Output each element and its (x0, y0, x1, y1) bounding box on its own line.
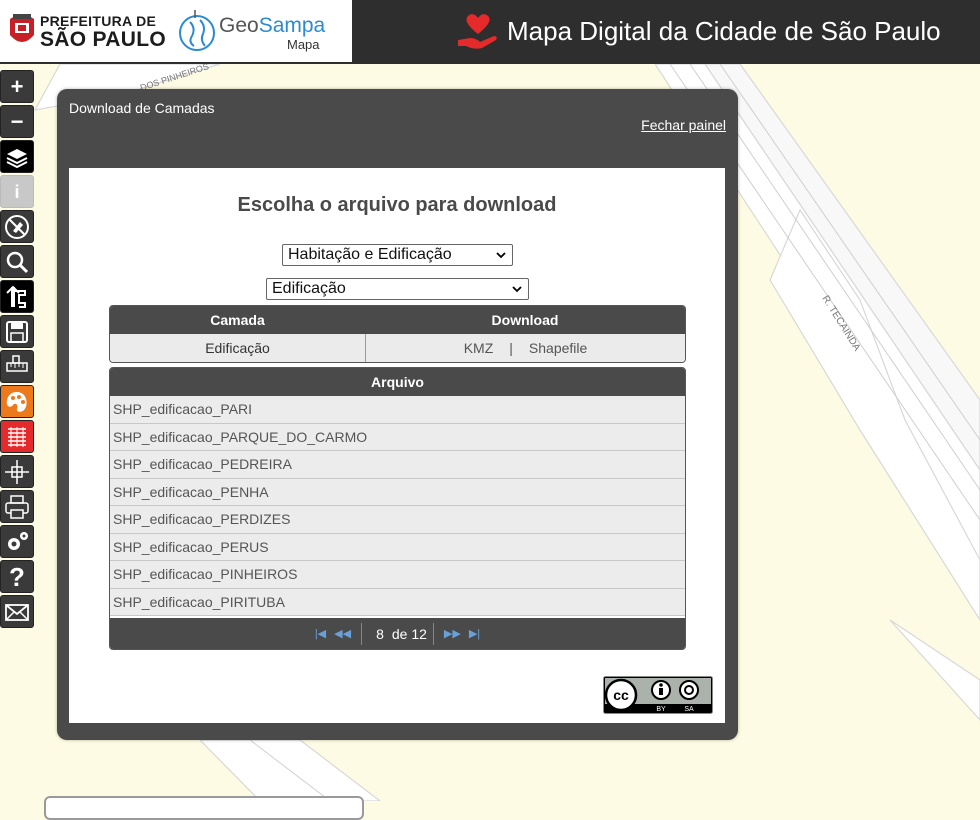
pagination-bar: |◀ ◀◀ 8 de 12 ▶▶ ▶| (110, 618, 685, 649)
page-count: de 12 (391, 625, 427, 642)
plus-icon: + (10, 73, 24, 99)
chevron-down-icon (496, 252, 506, 259)
download-panel: Download de Camadas Fechar painel Escolh… (57, 89, 738, 740)
legend-button[interactable] (0, 420, 34, 453)
measure-button[interactable] (0, 350, 34, 383)
category-select-value: Habitação e Edificação (288, 246, 452, 263)
svg-text:SA: SA (684, 706, 694, 713)
zoom-in-button[interactable]: + (0, 70, 34, 103)
bottom-panel-edge (44, 796, 364, 820)
file-row[interactable]: SHP_edificacao_PENHA (110, 478, 685, 506)
column-header-download: Download (491, 312, 559, 328)
geosampa-globe-icon (179, 10, 215, 51)
ruler-icon (6, 354, 28, 372)
crosshair-icon (5, 459, 29, 484)
subcategory-select[interactable]: Edificação (266, 278, 529, 300)
column-header-camada: Camada (210, 312, 265, 328)
geosampa-subtitle: Mapa (287, 37, 320, 52)
kmz-download-link[interactable]: KMZ (464, 340, 494, 356)
svg-text:BY: BY (656, 706, 666, 713)
app-title: Mapa Digital da Cidade de São Paulo (507, 16, 941, 46)
panel-body: Escolha o arquivo para download Habitaçã… (69, 168, 725, 723)
heart-hand-icon (458, 14, 497, 49)
info-icon: i (14, 181, 20, 202)
prefeitura-line1: PREFEITURA DE (40, 13, 157, 29)
palette-button[interactable] (0, 385, 34, 418)
help-button[interactable]: ? (0, 560, 34, 593)
panel-title: Download de Camadas (69, 100, 215, 116)
settings-button[interactable] (0, 525, 34, 558)
file-row[interactable]: SHP_edificacao_PIRITUBA (110, 588, 685, 616)
layers-table-header: Camada Download (110, 306, 685, 334)
download-links-cell: KMZ | Shapefile (366, 334, 685, 362)
category-select[interactable]: Habitação e Edificação (282, 244, 513, 266)
file-row[interactable]: SHP_edificacao_PINHEIROS (110, 561, 685, 589)
shapefile-download-link[interactable]: Shapefile (529, 340, 587, 356)
download-heading: Escolha o arquivo para download (237, 194, 557, 216)
printer-icon (5, 494, 29, 519)
pager-divider (361, 622, 363, 645)
zoom-out-button[interactable]: − (0, 105, 34, 138)
sao-paulo-crest-icon (10, 14, 34, 42)
cc-by-sa-license-icon[interactable]: cc BY SA (603, 676, 713, 714)
legend-icon (8, 426, 26, 447)
print-button[interactable] (0, 490, 34, 523)
geosampa-title: GeoSampa (219, 14, 326, 37)
envelope-icon (5, 603, 29, 621)
save-button[interactable] (0, 315, 34, 348)
no-edit-icon (5, 214, 29, 239)
coordinate-button[interactable] (0, 455, 34, 488)
file-row[interactable]: SHP_edificacao_PARI (110, 396, 685, 424)
prefeitura-line2: SÃO PAULO (40, 28, 166, 51)
link-separator: | (509, 340, 513, 356)
logo-area[interactable]: PREFEITURA DE SÃO PAULO GeoSampa Mapa (0, 0, 352, 62)
file-row[interactable]: SHP_edificacao_PERDIZES (110, 506, 685, 534)
next-page-button[interactable]: ▶▶ (444, 627, 461, 640)
minus-icon: − (10, 108, 24, 134)
email-button[interactable] (0, 595, 34, 628)
file-row[interactable]: SHP_edificacao_PERUS (110, 533, 685, 561)
info-button[interactable]: i (0, 175, 34, 208)
route-button[interactable] (0, 280, 34, 313)
layer-name-cell: Edificação (110, 334, 366, 362)
no-edit-button[interactable] (0, 210, 34, 243)
close-panel-link[interactable]: Fechar painel (641, 117, 726, 133)
subcategory-select-value: Edificação (272, 280, 346, 297)
file-row[interactable]: SHP_edificacao_PARQUE_DO_CARMO (110, 423, 685, 451)
pager-divider (432, 622, 434, 645)
save-icon (6, 320, 28, 343)
search-icon (6, 251, 29, 273)
search-button[interactable] (0, 245, 34, 278)
column-header-arquivo: Arquivo (110, 368, 685, 396)
question-icon: ? (9, 561, 25, 592)
layers-table: Camada Download Edificação KMZ | Shapefi… (109, 305, 686, 363)
files-table: Arquivo SHP_edificacao_PARI SHP_edificac… (109, 367, 686, 650)
prev-page-button[interactable]: ◀◀ (334, 627, 351, 640)
layers-button[interactable] (0, 140, 34, 173)
route-icon (6, 285, 26, 308)
gear-icon (8, 531, 28, 550)
layers-icon (6, 148, 28, 168)
table-row: Edificação KMZ | Shapefile (110, 334, 685, 362)
palette-icon (6, 391, 27, 412)
file-row[interactable]: SHP_edificacao_PEDREIRA (110, 451, 685, 479)
svg-text:cc: cc (613, 687, 629, 703)
first-page-button[interactable]: |◀ (315, 627, 326, 640)
last-page-button[interactable]: ▶| (469, 627, 480, 640)
header-bar: PREFEITURA DE SÃO PAULO GeoSampa Mapa Ma… (0, 0, 980, 64)
chevron-down-icon (512, 286, 522, 293)
current-page: 8 (376, 625, 384, 642)
